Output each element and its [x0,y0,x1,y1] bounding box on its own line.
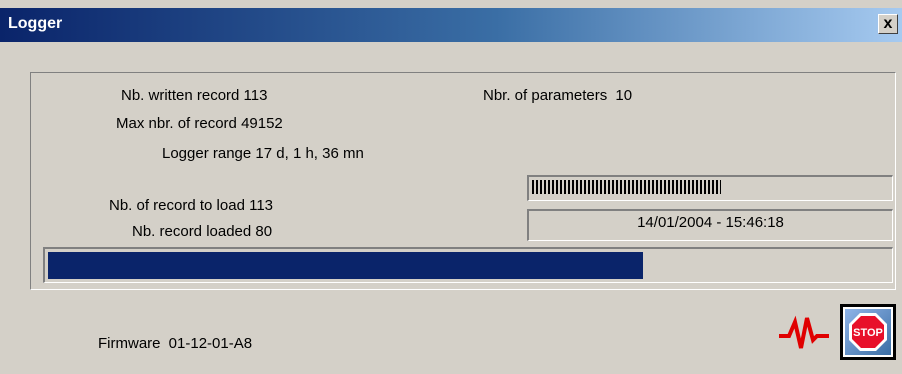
activity-bar [527,175,893,201]
max-record-value: 49152 [241,115,283,132]
stop-button-face: STOP [843,307,893,357]
logger-range-text: Logger range [162,145,252,162]
parameters-text: Nbr. of parameters [483,87,608,104]
datetime-value: 14/01/2004 - 15:46:18 [637,214,784,231]
stop-label: STOP [853,327,883,339]
logger-range-value: 17 d, 1 h, 36 mn [255,145,364,162]
written-record-label: Nb. written record 113 [121,87,267,104]
record-loaded-text: Nb. record loaded [132,223,252,240]
title-bar[interactable]: Logger x [0,8,902,42]
parameters-value: 10 [615,87,633,104]
stop-button[interactable]: STOP [840,304,896,360]
logger-range-label: Logger range 17 d, 1 h, 36 mn [162,145,364,162]
stop-sign-icon: STOP [849,313,887,351]
load-progress-fill [48,252,643,279]
logger-window: Logger x Nb. written record 113 Max nbr.… [0,0,902,374]
record-to-load-value: 113 [249,197,274,214]
firmware-label: Firmware 01-12-01-A8 [98,335,252,352]
datetime-display: 14/01/2004 - 15:46:18 [527,209,893,241]
activity-bar-fill [532,180,721,194]
written-record-text: Nb. written record [121,87,240,104]
stats-panel: Nb. written record 113 Max nbr. of recor… [30,72,896,290]
written-record-value: 113 [243,87,268,104]
record-loaded-value: 80 [255,223,273,240]
heartbeat-pulse-icon [779,315,829,349]
firmware-value: 01-12-01-A8 [168,335,253,352]
close-button[interactable]: x [878,14,898,34]
firmware-text: Firmware [98,335,161,352]
load-progress-bar [43,247,893,283]
record-to-load-label: Nb. of record to load 113 [109,197,273,214]
max-record-label: Max nbr. of record 49152 [116,115,283,132]
parameters-label: Nbr. of parameters 10 [483,87,632,104]
record-to-load-text: Nb. of record to load [109,197,245,214]
record-loaded-label: Nb. record loaded 80 [132,223,272,240]
max-record-text: Max nbr. of record [116,115,237,132]
window-title: Logger [8,15,63,32]
